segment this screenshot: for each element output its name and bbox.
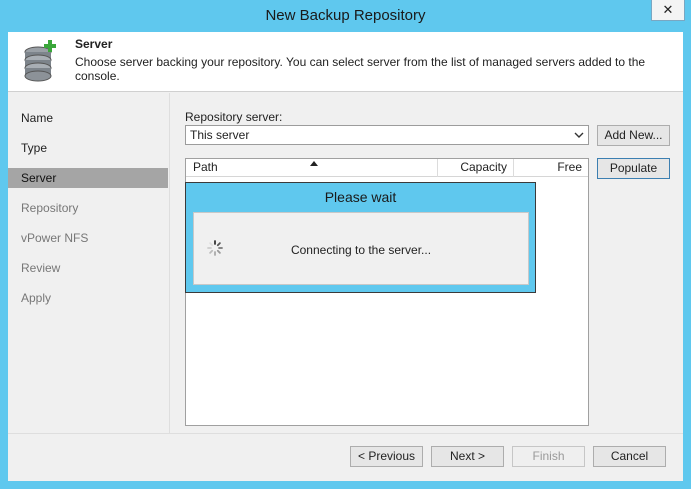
column-header-capacity[interactable]: Capacity (438, 159, 514, 177)
chevron-down-icon (574, 132, 584, 138)
header-title: Server (75, 37, 113, 51)
step-apply[interactable]: Apply (8, 288, 168, 308)
step-vpower-nfs[interactable]: vPower NFS (8, 228, 168, 248)
next-button[interactable]: Next > (431, 446, 504, 467)
column-header-free[interactable]: Free (514, 159, 588, 177)
footer-separator (8, 433, 683, 434)
close-button[interactable]: ✕ (651, 0, 685, 21)
title-bar: New Backup Repository ✕ (0, 0, 691, 32)
wait-message: Connecting to the server... (290, 243, 432, 257)
cancel-button[interactable]: Cancel (593, 446, 666, 467)
wizard-header: Server Choose server backing your reposi… (8, 32, 683, 92)
previous-button[interactable]: < Previous (350, 446, 423, 467)
column-header-path[interactable]: Path (186, 159, 438, 177)
steps-divider (169, 93, 170, 433)
wizard-steps: Name Type Server Repository vPower NFS R… (8, 93, 170, 433)
repository-server-value: This server (190, 128, 250, 142)
step-type[interactable]: Type (8, 138, 168, 158)
add-new-button[interactable]: Add New... (597, 125, 670, 146)
wizard-client-area: Server Choose server backing your reposi… (8, 32, 683, 481)
database-add-icon (24, 40, 56, 82)
sort-ascending-icon (310, 161, 318, 166)
wait-dialog-title: Please wait (324, 189, 397, 205)
grid-header: Path Capacity Free (186, 159, 588, 177)
step-repository[interactable]: Repository (8, 198, 168, 218)
step-name[interactable]: Name (8, 108, 168, 128)
step-server[interactable]: Server (8, 168, 168, 188)
repository-server-label: Repository server: (185, 110, 283, 124)
wait-dialog-body: Connecting to the server... (193, 212, 529, 285)
header-description: Choose server backing your repository. Y… (75, 55, 646, 83)
window-title: New Backup Repository (265, 7, 426, 24)
finish-button[interactable]: Finish (512, 446, 585, 467)
please-wait-dialog: Please wait Connecting to the server... (185, 182, 536, 293)
step-review[interactable]: Review (8, 258, 168, 278)
repository-server-select[interactable]: This server (185, 125, 589, 145)
populate-button[interactable]: Populate (597, 158, 670, 179)
backup-repository-window: New Backup Repository ✕ Server Choose se… (0, 0, 691, 489)
